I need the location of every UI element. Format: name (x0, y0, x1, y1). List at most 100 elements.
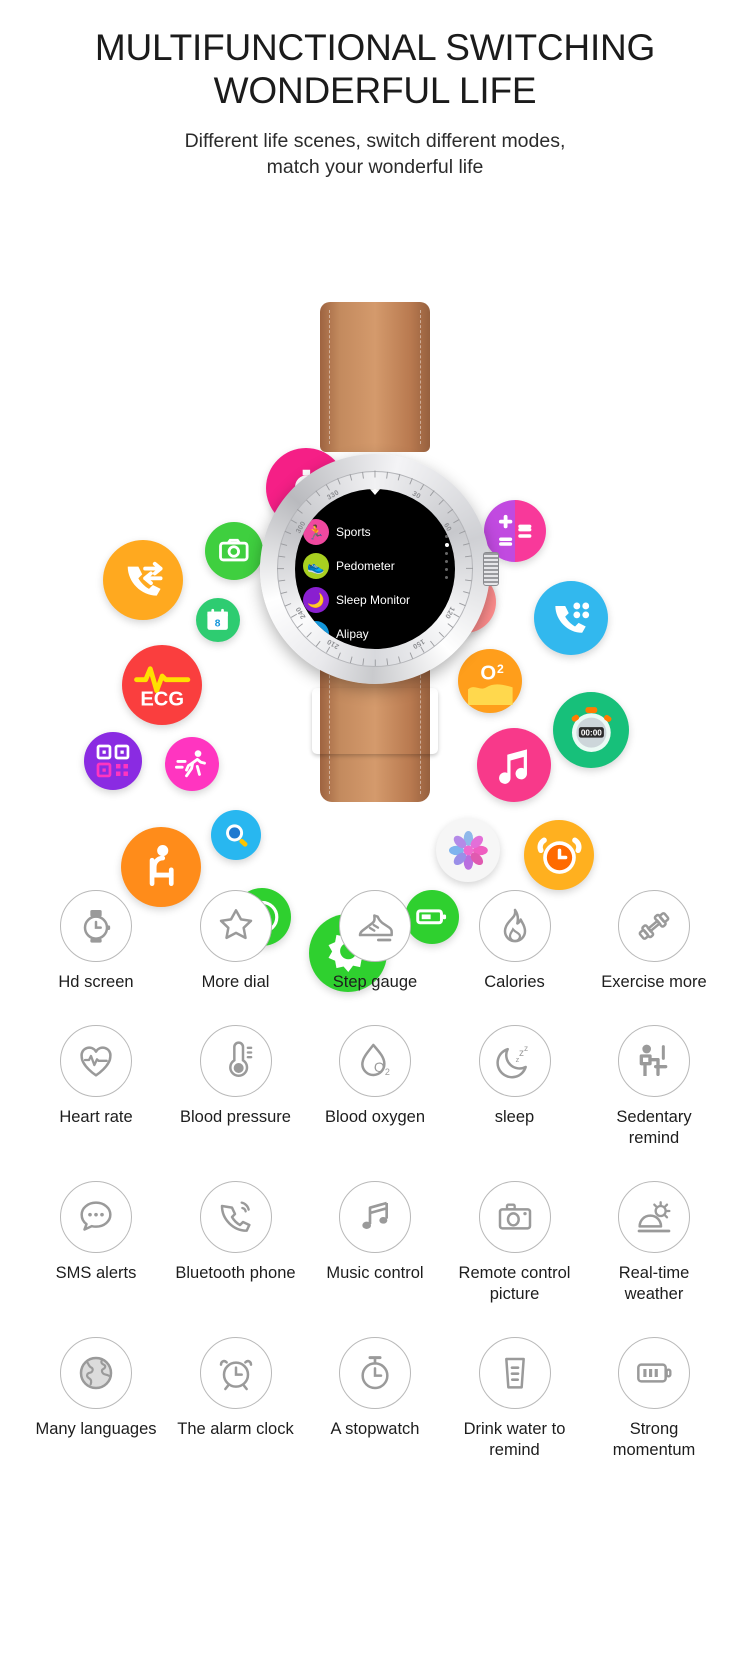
feature-item: Many languages (34, 1337, 158, 1461)
scroll-dot (445, 568, 448, 571)
scroll-dot (445, 535, 448, 538)
feature-item: O 2 Blood oxygen (313, 1025, 437, 1149)
bezel-tick: | (374, 471, 377, 478)
feature-item: z z z sleep (453, 1025, 577, 1149)
watch-crown-button[interactable] (483, 552, 499, 586)
bezel-tick: | (278, 554, 286, 558)
bezel-tick: | (385, 471, 389, 479)
run-fast-icon[interactable] (165, 737, 219, 791)
title-line-1: MULTIFUNCTIONAL SWITCHING (94, 27, 656, 68)
feature-label: A stopwatch (330, 1420, 420, 1438)
bezel-tick: | (446, 508, 454, 515)
qr-code-icon[interactable] (84, 732, 142, 790)
feature-item: Drink water to remind (453, 1337, 577, 1461)
chat-bubble-icon (60, 1181, 132, 1253)
svg-text:O: O (374, 1059, 385, 1075)
bezel-tick: | (361, 658, 365, 666)
bezel-tick: | (462, 590, 470, 595)
bezel-tick: | (374, 659, 377, 666)
subtitle-line-2: match your wonderful life (266, 156, 484, 178)
feature-row: Hd screen More dial Step gauge Calories Exer… (34, 890, 716, 993)
bezel-tick: | (438, 498, 445, 506)
alarm-clock-icon (199, 1337, 272, 1409)
feature-item: Sedentary remind (592, 1025, 716, 1149)
feature-label: sleep (494, 1108, 535, 1126)
stopwatch-icon (339, 1337, 411, 1409)
feature-item: Music control (313, 1181, 437, 1305)
phone-dial-icon[interactable] (534, 581, 608, 655)
feature-item: Blood pressure (174, 1025, 298, 1149)
smartwatch-product: 🏃 Sports 👟 Pedometer 🌙 Sleep Monitor 支 Alipay 3… (231, 302, 519, 802)
bezel-tick: | (290, 612, 298, 619)
watch-app-menu[interactable]: 🏃 Sports 👟 Pedometer 🌙 Sleep Monitor 支 Alipay (303, 515, 455, 649)
star-icon (199, 890, 272, 962)
watch-menu-item[interactable]: 🌙 Sleep Monitor (303, 583, 455, 617)
feature-item: Heart rate (34, 1025, 158, 1149)
feature-item: Real-time weather (592, 1181, 716, 1305)
watch-bezel: 🏃 Sports 👟 Pedometer 🌙 Sleep Monitor 支 Alipay 3… (277, 471, 473, 667)
gallery-icon[interactable] (436, 818, 500, 882)
scroll-dot (445, 552, 448, 555)
watch-strap-top (320, 302, 430, 452)
feature-item: SMS alerts (34, 1181, 158, 1305)
bezel-tick: | (314, 490, 321, 498)
feature-item: A stopwatch (313, 1337, 437, 1461)
bezel-tick: | (464, 554, 472, 558)
bezel-tick: | (284, 602, 292, 607)
ecg-icon[interactable]: ECG (122, 645, 202, 725)
moon-z-icon: zzz (478, 1025, 551, 1097)
bezel-tick: | (465, 567, 473, 570)
thermometer-icon (199, 1025, 272, 1097)
stopwatch-icon[interactable]: 00:00 (553, 692, 629, 768)
feature-row: Many languages The alarm clock A stopwatch… (34, 1337, 716, 1461)
flame-icon (478, 890, 551, 962)
call-forward-icon[interactable] (103, 540, 183, 620)
watch-menu-item[interactable]: 👟 Pedometer (303, 549, 455, 583)
feature-item: The alarm clock (174, 1337, 298, 1461)
music-note-icon (339, 1181, 411, 1253)
bezel-tick: | (408, 651, 414, 660)
bezel-tick: | (348, 655, 353, 663)
watch-icon (60, 890, 132, 962)
watch-case: 🏃 Sports 👟 Pedometer 🌙 Sleep Monitor 支 Alipay 3… (260, 454, 499, 684)
alarm-icon[interactable] (524, 820, 594, 890)
feature-label: Hd screen (58, 973, 134, 991)
feature-item: Bluetooth phone (174, 1181, 298, 1305)
feature-item: More dial (174, 890, 298, 993)
bezel-tick: | (348, 474, 353, 482)
feature-item: Strong momentum (592, 1337, 716, 1461)
feature-item: Hd screen (34, 890, 158, 993)
feature-label: Drink water to remind (463, 1420, 566, 1459)
svg-text:z: z (524, 1043, 528, 1053)
bezel-tick: | (429, 490, 436, 498)
feature-item: Remote control picture (453, 1181, 577, 1305)
title-line-2: WONDERFUL LIFE (213, 70, 537, 111)
bezel-tick: | (305, 498, 312, 506)
feature-label: Blood oxygen (325, 1108, 425, 1126)
subtitle-line-1: Different life scenes, switch different … (184, 130, 566, 152)
bezel-tick: | (336, 477, 342, 486)
bezel-tick: | (408, 477, 414, 486)
watch-menu-label: Sleep Monitor (336, 593, 411, 607)
watch-strap-keeper (312, 688, 438, 754)
page-title: MULTIFUNCTIONAL SWITCHING WONDERFUL LIFE (0, 26, 750, 112)
search-icon[interactable] (211, 810, 261, 860)
sun-cloud-icon (618, 1181, 690, 1253)
bezel-tick: | (458, 602, 466, 607)
bezel-tick: | (325, 483, 331, 491)
feature-label: More dial (201, 973, 270, 991)
feature-label: Strong momentum (612, 1420, 696, 1459)
feature-label: Real-time weather (618, 1264, 690, 1303)
hero-illustration: 8 ECG O 2 00:00 🏃 Sports 👟 Pedometer 🌙 Sleep Moni… (0, 190, 750, 992)
bezel-tick: | (361, 471, 365, 479)
camera-icon (478, 1181, 551, 1253)
page-header: MULTIFUNCTIONAL SWITCHING WONDERFUL LIFE… (0, 0, 750, 180)
page-subtitle: Different life scenes, switch different … (0, 128, 750, 180)
dumbbell-icon (618, 890, 690, 962)
feature-grid: Hd screen More dial Step gauge Calories Exer… (0, 890, 750, 1493)
watch-menu-label: Pedometer (336, 559, 395, 573)
bezel-tick: | (419, 483, 425, 491)
feature-label: The alarm clock (177, 1420, 294, 1438)
watch-menu-item[interactable]: 🏃 Sports (303, 515, 455, 549)
svg-text:ECG: ECG (140, 688, 184, 710)
